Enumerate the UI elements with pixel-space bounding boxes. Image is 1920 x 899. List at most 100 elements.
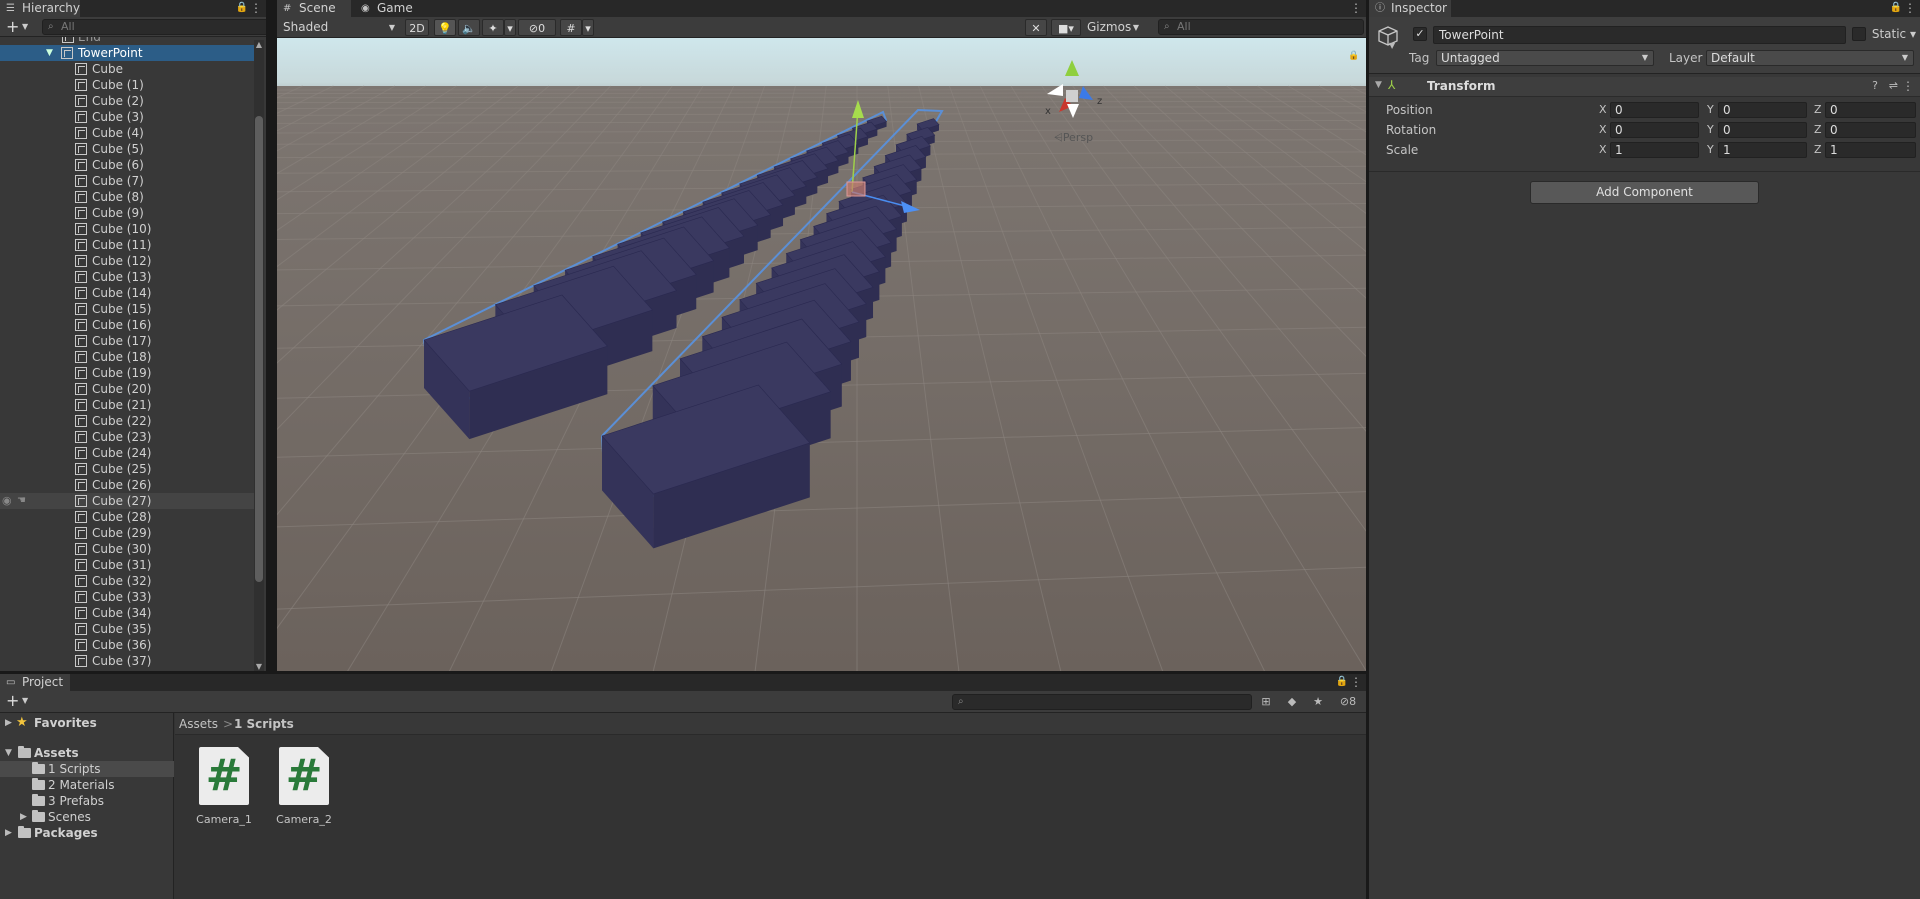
add-component-button[interactable]: Add Component [1530,181,1759,204]
project-search-input[interactable]: ⌕ [952,694,1252,710]
search-by-label-icon[interactable]: ◆ [1282,694,1302,710]
tree-item[interactable]: ◉ ☚ Cube (27) [0,493,262,509]
view-lock-icon[interactable]: 🔒 [1348,50,1359,61]
foldout-icon[interactable]: ▼ [1375,80,1382,90]
axis-z-label[interactable]: Z [1814,143,1822,156]
fold-closed-icon[interactable]: ▶ [5,825,12,841]
tab-inspector[interactable]: ⓘ Inspector [1369,0,1451,17]
fold-closed-icon[interactable]: ▶ [5,715,12,731]
scene-view-canvas[interactable]: x z ⩤Persp 🔒 [277,38,1366,671]
asset-camera-2[interactable]: # Camera_2 [269,747,333,826]
tree-item[interactable]: Cube (37) [0,653,262,669]
tree-item[interactable]: Cube (6) [0,157,262,173]
tree-item-packages[interactable]: ▶ Packages [0,825,174,841]
fold-closed-icon[interactable]: ▶ [20,809,27,825]
lighting-toggle-icon[interactable]: 💡 [434,19,456,36]
scene-search-input[interactable]: ⌕ All [1158,19,1364,35]
tag-dropdown[interactable]: Untagged ▼ [1436,50,1654,66]
tree-item[interactable]: Cube (38) [0,669,262,670]
rotation-x-field[interactable]: 0 [1610,122,1699,138]
axis-x-label[interactable]: X [1599,123,1607,136]
tree-item[interactable]: Cube (7) [0,173,262,189]
tree-item[interactable]: Cube (18) [0,349,262,365]
persp-label[interactable]: ⩤Persp [1054,131,1093,144]
tree-item[interactable]: Cube (34) [0,605,262,621]
static-dropdown[interactable]: Static ▾ [1872,27,1916,41]
lock-icon[interactable]: 🔒 [236,1,248,15]
axis-y-label[interactable]: Y [1707,143,1714,156]
lock-icon[interactable]: 🔒 [1336,675,1348,689]
rotation-z-field[interactable]: 0 [1825,122,1916,138]
transform-row-label[interactable]: Scale [1386,143,1418,157]
visibility-eye-icon[interactable]: ◉ [2,493,12,509]
gizmos-dropdown[interactable]: Gizmos ▼ [1083,19,1143,36]
position-y-field[interactable]: 0 [1718,102,1807,118]
favorite-search-icon[interactable]: ★ [1308,694,1328,710]
axis-z-label[interactable]: Z [1814,103,1822,116]
kebab-menu-icon[interactable]: ⋮ [1350,1,1362,15]
gameobject-cube-icon[interactable] [1377,25,1399,47]
tree-item[interactable]: Cube (22) [0,413,262,429]
search-by-type-icon[interactable]: ⊞ [1256,694,1276,710]
hidden-objects-toggle[interactable]: ⊘0 [518,19,556,36]
effects-toggle-icon[interactable]: ✦ [482,19,504,36]
tree-item[interactable]: Cube (10) [0,221,262,237]
rotation-y-field[interactable]: 0 [1718,122,1807,138]
object-name-field[interactable]: TowerPoint [1433,26,1846,44]
tree-item[interactable]: Cube (26) [0,477,262,493]
axis-y-label[interactable]: Y [1707,103,1714,116]
breadcrumb-assets[interactable]: Assets [179,717,218,731]
tree-item[interactable]: Cube (20) [0,381,262,397]
tree-item[interactable]: Cube (17) [0,333,262,349]
orientation-center-cube[interactable] [1066,90,1078,102]
tree-item[interactable]: Cube (9) [0,205,262,221]
gizmo-plane-handle[interactable] [846,181,866,197]
tree-item-3-prefabs[interactable]: 3 Prefabs [0,793,174,809]
pickable-hand-icon[interactable]: ☚ [17,493,26,509]
audio-toggle-icon[interactable]: 🔈 [458,19,480,36]
tree-item[interactable]: Cube (1) [0,77,262,93]
camera-dropdown-icon[interactable]: ■▾ [1051,19,1081,36]
tab-hierarchy[interactable]: ☰ Hierarchy [0,0,80,17]
axis-x-label[interactable]: X [1599,103,1607,116]
fold-open-icon[interactable]: ▼ [5,745,12,761]
tree-item[interactable]: Cube (14) [0,285,262,301]
tree-item[interactable]: Cube (21) [0,397,262,413]
tree-item[interactable]: Cube [0,61,262,77]
tree-item[interactable]: Cube (12) [0,253,262,269]
lock-icon[interactable]: 🔒 [1890,1,1902,15]
fold-open-icon[interactable]: ▼ [46,45,53,61]
icon-picker-caret-icon[interactable]: ▼ [1389,41,1395,50]
effects-dropdown-icon[interactable]: ▾ [504,19,516,36]
tree-item[interactable]: Cube (2) [0,93,262,109]
scale-y-field[interactable]: 1 [1718,142,1807,158]
transform-component-header[interactable]: ▼ ⅄ Transform ? ⇌ ⋮ [1369,77,1920,97]
tree-item[interactable]: Cube (29) [0,525,262,541]
scrollbar-thumb[interactable] [255,116,263,582]
transform-row-label[interactable]: Position [1386,103,1433,117]
tools-icon[interactable]: ✕ [1025,19,1047,36]
tree-item[interactable]: Cube (23) [0,429,262,445]
position-x-field[interactable]: 0 [1610,102,1699,118]
tree-item-end[interactable]: End [0,37,262,45]
tree-item[interactable]: Cube (3) [0,109,262,125]
kebab-menu-icon[interactable]: ⋮ [1350,675,1362,689]
scene-viewport[interactable]: x z ⩤Persp 🔒 [277,38,1366,671]
axis-y-label[interactable]: Y [1707,123,1714,136]
chevron-down-icon[interactable]: ▼ [22,696,28,705]
tree-item-1-scripts[interactable]: 1 Scripts [0,761,174,777]
tree-item-favorites[interactable]: ▶ ★ Favorites [0,715,174,731]
tab-project[interactable]: ▭ Project [0,674,70,691]
tree-item[interactable]: Cube (31) [0,557,262,573]
axis-x-label[interactable]: X [1599,143,1607,156]
position-z-field[interactable]: 0 [1825,102,1916,118]
tree-item[interactable]: Cube (19) [0,365,262,381]
create-button[interactable]: + [6,692,19,709]
grid-dropdown-icon[interactable]: ▾ [582,19,594,36]
tree-item[interactable]: Cube (13) [0,269,262,285]
asset-camera-1[interactable]: # Camera_1 [189,747,253,826]
tree-item[interactable]: Cube (30) [0,541,262,557]
tree-item[interactable]: Cube (11) [0,237,262,253]
kebab-menu-icon[interactable]: ⋮ [1904,1,1916,15]
tree-item[interactable]: Cube (8) [0,189,262,205]
